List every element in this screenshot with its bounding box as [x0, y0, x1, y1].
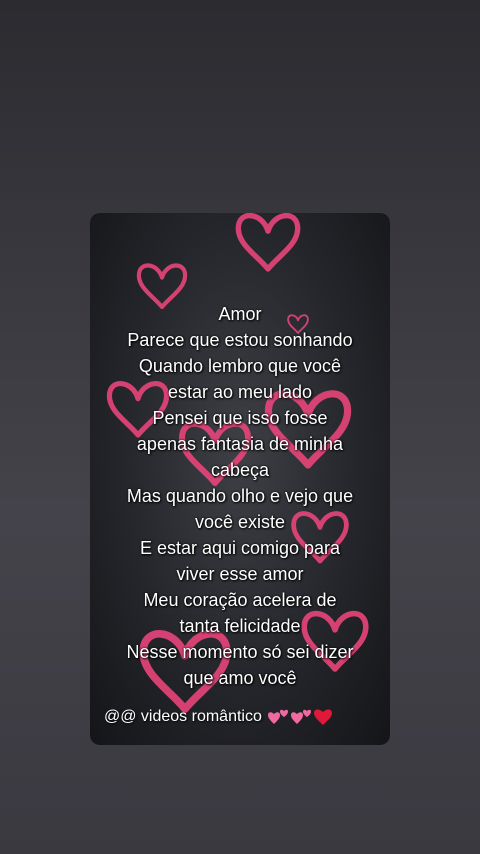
poem-line: cabeça [210, 460, 270, 480]
poem-line: tanta felicidade [179, 616, 301, 636]
poem-text: Amor Parece que estou sonhando Quando le… [90, 301, 390, 691]
poem-line: Parece que estou sonhando [127, 330, 353, 350]
poem-line: Amor [218, 304, 262, 324]
poem-line: você existe [194, 512, 286, 532]
poem-line: apenas fantasia de minha [136, 434, 344, 454]
heart-doodle [238, 216, 297, 269]
poem-line: Quando lembro que você [138, 356, 342, 376]
poem-line: Pensei que isso fosse [152, 408, 328, 428]
heart-emoji-group [267, 708, 332, 726]
watermark: @@ videos romântico [104, 708, 384, 726]
watermark-text: @@ videos romântico [104, 708, 262, 725]
poem-line: Meu coração acelera de [143, 590, 337, 610]
poem-line: que amo você [183, 668, 297, 688]
poem-line: Nesse momento só sei dizer [126, 642, 354, 662]
video-card[interactable]: Amor Parece que estou sonhando Quando le… [90, 213, 390, 745]
poem-line: Mas quando olho e vejo que [126, 486, 354, 506]
poem-line: viver esse amor [176, 564, 304, 584]
poem-line: estar ao meu lado [167, 382, 313, 402]
two-hearts-icon [267, 709, 288, 724]
red-heart-icon [313, 709, 332, 725]
poem-line: E estar aqui comigo para [139, 538, 341, 558]
two-hearts-icon [290, 709, 311, 724]
